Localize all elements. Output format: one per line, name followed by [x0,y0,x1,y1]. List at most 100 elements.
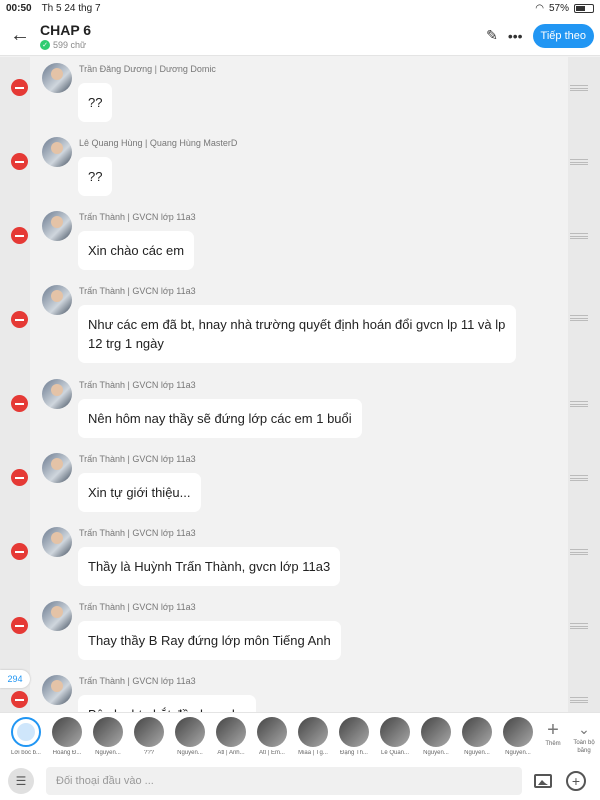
chevron-down-icon: ⌄ [578,721,590,737]
delete-message-icon[interactable] [11,153,28,170]
character-avatar [421,717,451,747]
sender-name: Trấn Thành | GVCN lớp 11a3 [79,286,196,296]
status-date: Th 5 24 thg 7 [41,2,101,14]
dialogue-input[interactable] [46,767,522,795]
delete-message-icon[interactable] [11,617,28,634]
status-bar: 00:50 Th 5 24 thg 7 ◠ 57% [0,0,600,16]
message-list[interactable]: Trần Đăng Dương | Dương Domic ?? Lê Quan… [0,57,600,712]
message-bubble[interactable]: Xin tự giới thiệu... [78,473,201,512]
plus-icon: + [547,719,559,741]
drag-handle-icon[interactable] [570,475,588,481]
message-bubble[interactable]: Như các em đã bt, hnay nhà trường quyết … [78,305,516,363]
avatar[interactable] [42,379,72,409]
sender-name: Trấn Thành | GVCN lớp 11a3 [79,676,196,686]
delete-message-icon[interactable] [11,543,28,560]
drag-handle-icon[interactable] [570,159,588,165]
character-narrator[interactable]: Lời bốc b... [6,717,46,756]
message-bubble[interactable]: ?? [78,157,113,196]
drag-handle-icon[interactable] [570,85,588,91]
character-avatar [52,717,82,747]
message-bubble[interactable]: Xin chào các em [78,231,195,270]
sender-name: Trấn Thành | GVCN lớp 11a3 [79,380,196,390]
word-count: 599 chữ [53,39,87,50]
avatar[interactable] [42,63,72,93]
avatar[interactable] [42,527,72,557]
avatar[interactable] [42,675,72,705]
sender-name: Trấn Thành | GVCN lớp 11a3 [79,602,196,612]
sender-name: Trấn Thành | GVCN lớp 11a3 [79,212,196,222]
back-arrow-icon[interactable]: ← [0,16,40,56]
character-avatar [339,717,369,747]
header-actions: ✎ ••• Tiếp theo [486,23,600,48]
message-bubble[interactable]: Bây h chta bắt đầu học nha [78,695,257,712]
sender-name: Lê Quang Hùng | Quang Hùng MasterD [79,138,238,148]
character-item[interactable]: Đặng Th... [334,717,374,756]
status-right: ◠ 57% [535,3,594,14]
message-bubble[interactable]: Thay thầy B Ray đứng lớp môn Tiếng Anh [78,621,341,660]
character-avatar [503,717,533,747]
character-item[interactable]: ??? [129,717,169,756]
delete-message-icon[interactable] [11,395,28,412]
edit-pencil-icon[interactable]: ✎ [486,27,498,44]
delete-message-icon[interactable] [11,691,28,708]
image-icon[interactable] [534,774,552,788]
character-item[interactable]: Lê Quan... [375,717,415,756]
character-avatar [134,717,164,747]
avatar[interactable] [42,137,72,167]
title-wrap: CHAP 6 ✓ 599 chữ [40,22,91,50]
drag-handle-icon[interactable] [570,401,588,407]
delete-message-icon[interactable] [11,227,28,244]
character-bar: Lời bốc b... Hoàng Đ... Nguyễn... ??? Ng… [0,712,600,762]
character-avatar [93,717,123,747]
character-item[interactable]: Atl | Em... [252,717,292,756]
more-options-icon[interactable]: ••• [508,28,523,44]
character-item[interactable]: Nguyễn... [498,717,538,756]
avatar[interactable] [42,211,72,241]
character-item[interactable]: Atl | Anh... [211,717,251,756]
battery-percent: 57% [548,2,569,14]
character-avatar [298,717,328,747]
character-avatar [257,717,287,747]
character-item[interactable]: Hoàng Đ... [47,717,87,756]
avatar[interactable] [42,453,72,483]
check-icon: ✓ [40,39,50,50]
add-character-button[interactable]: + Thêm [540,719,566,747]
character-avatar [216,717,246,747]
drag-handle-icon[interactable] [570,623,588,629]
message-bubble[interactable]: Thầy là Huỳnh Trấn Thành, gvcn lớp 11a3 [78,547,341,586]
character-avatar [380,717,410,747]
avatar[interactable] [42,601,72,631]
character-avatar [175,717,205,747]
delete-message-icon[interactable] [11,79,28,96]
next-button[interactable]: Tiếp theo [532,23,594,48]
character-item[interactable]: Nguyễn... [457,717,497,756]
delete-message-icon[interactable] [11,311,28,328]
status-time: 00:50 [6,2,32,14]
drag-handle-icon[interactable] [570,233,588,239]
add-circle-icon[interactable]: + [566,771,586,791]
sender-name: Trần Đăng Dương | Dương Domic [79,64,216,74]
character-item[interactable]: Nguyễn... [416,717,456,756]
menu-icon[interactable]: ☰ [8,768,34,794]
battery-icon [574,3,594,13]
message-count-badge[interactable]: 294 [0,670,30,688]
chapter-title: CHAP 6 [40,21,92,38]
character-avatar [462,717,492,747]
message-bubble[interactable]: ?? [78,83,113,122]
character-item[interactable]: Nguyễn... [88,717,128,756]
sender-name: Trấn Thành | GVCN lớp 11a3 [79,528,196,538]
sender-name: Trấn Thành | GVCN lớp 11a3 [79,454,196,464]
message-bubble[interactable]: Nên hôm nay thầy sẽ đứng lớp các em 1 bu… [78,399,362,438]
delete-message-icon[interactable] [11,469,28,486]
drag-handle-icon[interactable] [570,315,588,321]
header: ← CHAP 6 ✓ 599 chữ ✎ ••• Tiếp theo [0,16,600,56]
all-characters-button[interactable]: ⌄ Toàn bộ băng [568,719,600,755]
right-rail [568,57,600,712]
drag-handle-icon[interactable] [570,549,588,555]
drag-handle-icon[interactable] [570,697,588,703]
character-item[interactable]: Miaa | Tg... [293,717,333,756]
character-avatar [11,717,41,747]
input-bar: ☰ + [0,762,600,800]
character-item[interactable]: Nguyễn... [170,717,210,756]
avatar[interactable] [42,285,72,315]
